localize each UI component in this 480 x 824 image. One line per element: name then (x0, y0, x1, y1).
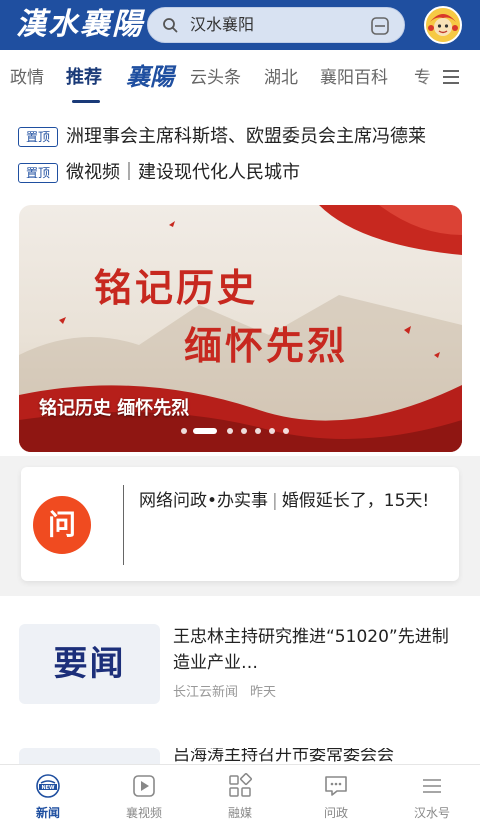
wenzheng-content: 网络问政•办实事 | 婚假延长了，15天! (139, 487, 439, 515)
wenzheng-source: 网络问政•办实事 (139, 491, 269, 511)
news-meta: 长江云新闻 昨天 (173, 684, 288, 702)
tab-xiangyang-baike[interactable]: 襄阳百科 (320, 67, 388, 89)
pinned-news-title: 微视频｜建设现代化人民城市 (66, 162, 300, 183)
news-thumbnail-text: 要闻 (53, 644, 126, 684)
wenzheng-separator: | (272, 491, 278, 511)
carousel-dot-active[interactable] (193, 428, 217, 434)
news-list-item[interactable]: 吕海涛主持召开市委常委会会 (19, 748, 461, 764)
wenzheng-card[interactable]: 问 网络问政•办实事 | 婚假延长了，15天! (21, 467, 459, 581)
nav-label: 汉水号 (413, 806, 450, 820)
mascot-avatar-icon (426, 8, 460, 42)
carousel-dot[interactable] (181, 428, 187, 434)
search-bar[interactable]: 汉水襄阳 (147, 7, 405, 43)
channel-tabs: 政情 推荐 襄陽 云头条 湖北 襄阳百科 专 (0, 50, 480, 106)
tab-tuijian[interactable]: 推荐 (66, 67, 102, 89)
tab-hubei[interactable]: 湖北 (264, 67, 298, 89)
search-input[interactable]: 汉水襄阳 (190, 15, 254, 35)
carousel-dot[interactable] (227, 428, 233, 434)
banner-carousel[interactable]: 铭记历史 缅怀先烈 铭记历史 缅怀先烈 (19, 205, 462, 452)
carousel-dot[interactable] (269, 428, 275, 434)
active-tab-indicator (72, 100, 100, 103)
tab-yuntoutiao[interactable]: 云头条 (190, 67, 241, 89)
grid-apps-icon (229, 773, 252, 797)
nav-label: 问政 (323, 806, 348, 820)
app-logo[interactable]: 漢水襄陽 (16, 6, 144, 44)
news-title: 王忠林主持研究推进“51020”先进制造业产业… (173, 627, 449, 673)
pinned-badge: 置顶 (18, 127, 58, 147)
divider (123, 485, 124, 565)
nav-video[interactable]: 襄视频 (96, 765, 192, 824)
nav-rongmei[interactable]: 融媒 (192, 765, 288, 824)
pinned-news-title: 洲理事会主席科斯塔、欧盟委员会主席冯德莱 (66, 126, 426, 147)
pinned-news-item[interactable]: 置顶 微视频｜建设现代化人民城市 (18, 162, 480, 186)
avatar[interactable] (424, 6, 462, 44)
search-icon (163, 18, 178, 33)
news-list-item[interactable]: 要闻 王忠林主持研究推进“51020”先进制造业产业… 长江云新闻 昨天 (19, 624, 461, 724)
news-thumbnail: 要闻 (19, 624, 160, 704)
carousel-dot[interactable] (283, 428, 289, 434)
banner-headline-line1: 铭记历史 (94, 265, 259, 310)
channel-menu-icon[interactable] (440, 66, 462, 88)
bottom-navigation: NEW 新闻 襄视频 融媒 问政 汉水号 (0, 764, 480, 824)
scan-icon[interactable] (370, 16, 390, 36)
chat-bubble-icon (325, 776, 347, 796)
svg-text:NEW: NEW (41, 785, 55, 791)
news-title: 吕海涛主持召开市委常委会会 (173, 748, 394, 764)
nav-wenzheng[interactable]: 问政 (288, 765, 384, 824)
nav-label: 融媒 (227, 806, 252, 820)
news-time: 昨天 (250, 685, 277, 700)
nav-hanshuihao[interactable]: 汉水号 (384, 765, 480, 824)
tab-zhengqing[interactable]: 政情 (10, 67, 44, 89)
new-icon: NEW (36, 774, 60, 798)
nav-news[interactable]: NEW 新闻 (0, 765, 96, 824)
pinned-news-item[interactable]: 置顶 洲理事会主席科斯塔、欧盟委员会主席冯德莱 (18, 126, 480, 150)
wenzheng-text: 婚假延长了，15天! (281, 491, 430, 511)
lines-icon (423, 779, 441, 793)
news-thumbnail (19, 748, 160, 764)
video-play-icon (133, 775, 155, 797)
wenzheng-logo: 问 (33, 496, 91, 554)
banner-caption: 铭记历史 缅怀先烈 (39, 398, 190, 419)
news-source: 长江云新闻 (173, 685, 239, 700)
carousel-dot[interactable] (241, 428, 247, 434)
nav-label: 新闻 (35, 806, 60, 820)
app-header: 漢水襄陽 汉水襄阳 (0, 0, 480, 50)
nav-label: 襄视频 (125, 806, 162, 820)
wenzheng-logo-char: 问 (47, 508, 76, 541)
tab-zhuan[interactable]: 专 (414, 67, 431, 89)
pinned-badge: 置顶 (18, 163, 58, 183)
tab-xiangyang-brand[interactable]: 襄陽 (126, 62, 174, 92)
banner-headline-line2: 缅怀先烈 (184, 323, 349, 368)
carousel-dot[interactable] (255, 428, 261, 434)
